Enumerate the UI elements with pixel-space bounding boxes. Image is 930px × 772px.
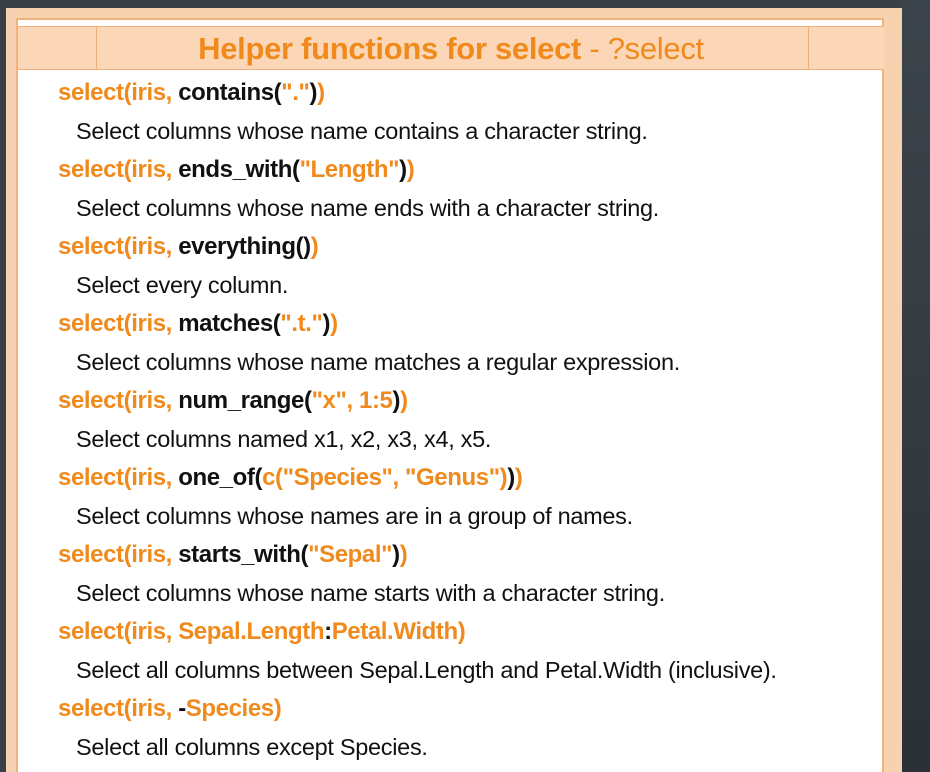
page-title: Helper functions for select - ?select — [198, 30, 704, 68]
title-bar: Helper functions for select - ?select — [18, 26, 884, 70]
code-token: ) — [399, 541, 408, 568]
code-token: select(iris, — [58, 464, 179, 491]
list-item: select(iris, one_of(c("Species", "Genus"… — [58, 459, 878, 536]
code-description: Select columns whose name ends with a ch… — [76, 195, 660, 221]
code-example: select(iris, everything()) — [58, 228, 878, 266]
title-bar-divider — [96, 27, 97, 69]
title-sub: - ?select — [581, 31, 704, 66]
code-token: everything() — [178, 233, 311, 260]
code-token: matches( — [178, 310, 281, 337]
code-description: Select columns whose name contains a cha… — [76, 118, 648, 144]
list-item: select(iris, num_range("x", 1:5)) Select … — [58, 382, 878, 459]
code-token: ) — [309, 79, 318, 106]
code-token: select(iris, — [58, 233, 179, 260]
list-item: select(iris, ends_with("Length")) Select … — [58, 151, 878, 228]
title-main: Helper functions for select — [198, 31, 582, 66]
code-description: Select columns whose names are in a grou… — [76, 503, 633, 529]
code-token: ".t." — [280, 310, 323, 337]
code-description: Select every column. — [76, 272, 289, 298]
code-example: select(iris, one_of(c("Species", "Genus"… — [58, 459, 878, 497]
code-example: select(iris, contains(".")) — [58, 74, 878, 112]
code-token: ) — [317, 79, 325, 106]
code-token: Sepal.Length — [178, 618, 325, 645]
code-token: ) — [514, 464, 523, 491]
code-token: "Length" — [299, 156, 400, 183]
code-token: ) — [399, 156, 407, 183]
code-token: select(iris, — [58, 387, 179, 414]
list-item: select(iris, -Species) Select all columns… — [58, 690, 878, 767]
code-token: "." — [281, 79, 310, 106]
code-token: select(iris, — [58, 310, 179, 337]
list-item: select(iris, everything()) Select every c… — [58, 228, 878, 305]
code-example: select(iris, num_range("x", 1:5)) — [58, 382, 878, 420]
code-token: select(iris, — [58, 79, 179, 106]
code-token: : — [324, 618, 332, 645]
code-token: contains( — [178, 79, 282, 106]
code-token: ) — [507, 464, 515, 491]
code-token: ) — [406, 156, 415, 183]
code-token: ) — [392, 541, 400, 568]
code-token: num_range( — [178, 387, 312, 414]
list-item: select(iris, contains(".")) Select column… — [58, 74, 878, 151]
code-token: ) — [392, 387, 401, 414]
code-token: select(iris, — [58, 695, 179, 722]
video-background-right — [900, 0, 930, 772]
code-description: Select columns whose name matches a regu… — [76, 349, 680, 375]
code-example: select(iris, starts_with("Sepal")) — [58, 536, 878, 574]
code-token: - — [178, 695, 186, 722]
code-token: ) — [330, 310, 338, 337]
code-token: Petal.Width — [331, 618, 458, 645]
title-bar-divider — [808, 27, 809, 69]
list-item: select(iris, matches(".t.")) Select colum… — [58, 305, 878, 382]
code-example: select(iris, -Species) — [58, 690, 878, 728]
code-token: starts_with( — [178, 541, 309, 568]
code-description: Select all columns between Sepal.Length … — [76, 657, 777, 683]
helper-function-list: select(iris, contains(".")) Select column… — [58, 74, 878, 767]
code-token: ) — [310, 233, 319, 260]
code-token: ) — [273, 695, 282, 722]
code-token: Species — [185, 695, 274, 722]
code-token: ends_with( — [178, 156, 300, 183]
code-token: "x", 1:5 — [311, 387, 393, 414]
code-description: Select columns named x1, x2, x3, x4, x5. — [76, 426, 492, 452]
code-example: select(iris, Sepal.Length:Petal.Width) — [58, 613, 878, 651]
code-description: Select all columns except Species. — [76, 734, 428, 760]
code-example: select(iris, ends_with("Length")) — [58, 151, 878, 189]
list-item: select(iris, starts_with("Sepal")) Select… — [58, 536, 878, 613]
code-token: ) — [322, 310, 331, 337]
code-token: one_of( — [178, 464, 263, 491]
code-example: select(iris, matches(".t.")) — [58, 305, 878, 343]
code-token: ) — [400, 387, 408, 414]
code-token: select(iris, — [58, 156, 179, 183]
code-token: select(iris, — [58, 541, 179, 568]
video-background-top — [0, 0, 930, 8]
code-token: ) — [457, 618, 466, 645]
code-token: "Sepal" — [308, 541, 393, 568]
list-item: select(iris, Sepal.Length:Petal.Width) Se… — [58, 613, 878, 690]
code-token: c("Species", "Genus") — [262, 464, 508, 491]
code-description: Select columns whose name starts with a … — [76, 580, 665, 606]
code-token: select(iris, — [58, 618, 179, 645]
